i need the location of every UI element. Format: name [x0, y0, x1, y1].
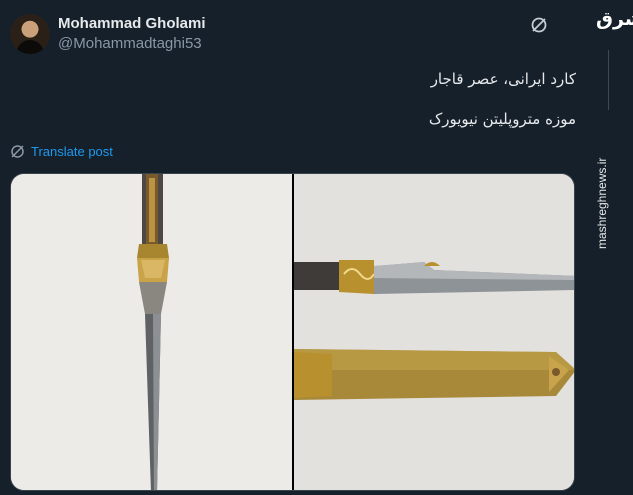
watermark-logo: مشرق [596, 8, 633, 30]
dagger-vertical-image [11, 174, 292, 490]
tweet-post: Mohammad Gholami @Mohammadtaghi53 کارد ا… [0, 0, 590, 495]
tweet-text: کارد ایرانی، عصر قاجار موزه متروپلیتن نی… [156, 68, 576, 148]
media-gallery[interactable] [10, 173, 575, 491]
watermark-url: mashreghnews.ir [595, 157, 609, 249]
dagger-photo-right[interactable] [294, 174, 574, 490]
grok-icon[interactable] [530, 16, 548, 34]
author-handle[interactable]: @Mohammadtaghi53 [58, 35, 202, 52]
dagger-photo-left[interactable] [11, 174, 292, 490]
tweet-text-line: موزه متروپلیتن نیویورک [428, 110, 576, 128]
watermark-divider [608, 50, 609, 110]
translate-post-link[interactable]: Translate post [10, 144, 113, 159]
author-name[interactable]: Mohammad Gholami [58, 15, 206, 32]
tweet-text-line: کارد ایرانی، عصر قاجار [430, 70, 576, 88]
author-avatar[interactable] [10, 14, 50, 54]
translate-post-label: Translate post [31, 144, 113, 159]
translate-icon [11, 145, 24, 158]
dagger-horizontal-image [294, 174, 574, 490]
